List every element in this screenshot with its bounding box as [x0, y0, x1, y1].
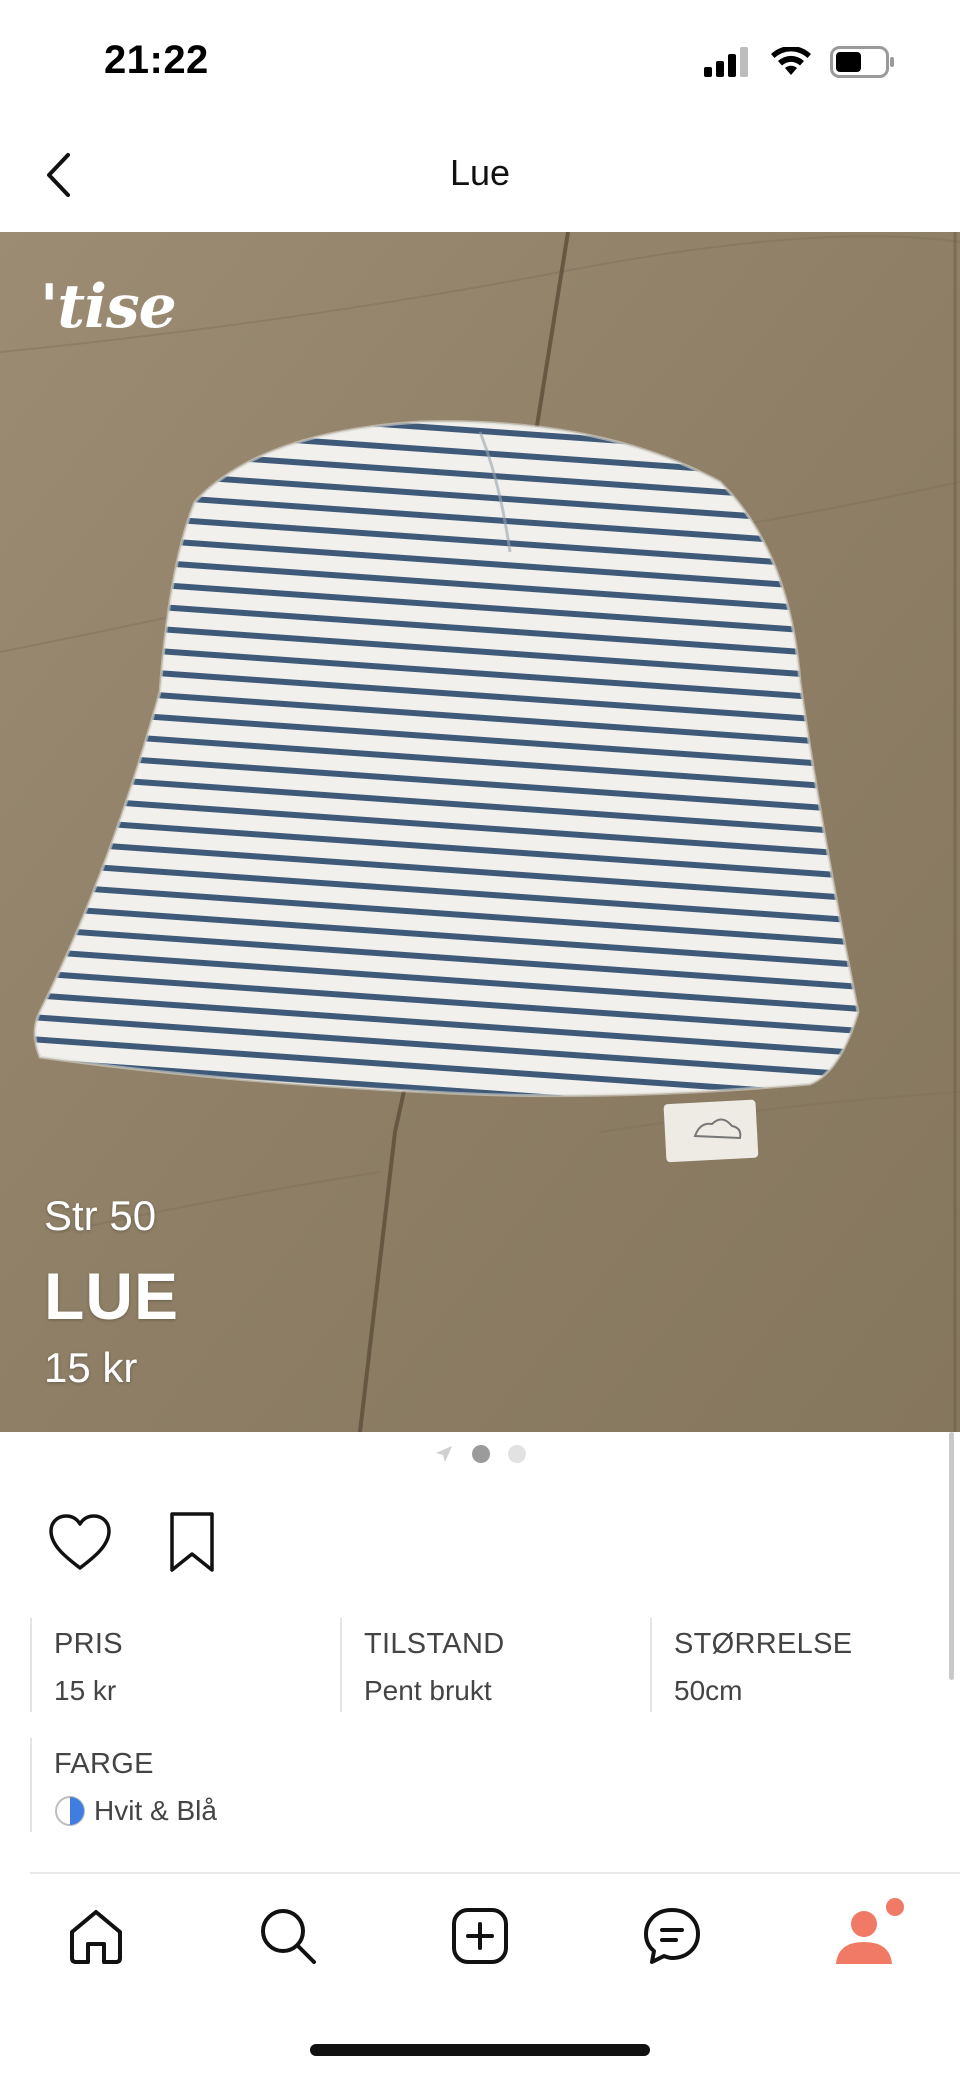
- tab-bar: [0, 1876, 960, 2016]
- product-photo-art: [0, 232, 960, 1432]
- signal-icon: [704, 47, 748, 77]
- heart-icon: [49, 1514, 111, 1570]
- details-row-1: PRIS 15 kr TILSTAND Pent brukt STØRRELSE…: [0, 1618, 960, 1712]
- search-icon: [261, 1909, 316, 1964]
- notification-dot: [886, 1898, 904, 1916]
- battery-icon: [830, 46, 894, 78]
- listing-size: Str 50: [44, 1192, 157, 1239]
- detail-price: PRIS 15 kr: [30, 1618, 340, 1712]
- listing-title: LUE: [44, 1259, 179, 1333]
- tise-watermark: 'tise: [40, 272, 177, 342]
- home-indicator[interactable]: [310, 2044, 650, 2056]
- profile-icon: [836, 1911, 892, 1964]
- detail-size-label: STØRRELSE: [674, 1628, 853, 1660]
- listing-price: 15 kr: [44, 1344, 138, 1391]
- status-icons: [704, 46, 896, 78]
- page-dot[interactable]: [508, 1445, 526, 1463]
- detail-color-label: FARGE: [54, 1748, 154, 1780]
- detail-color-value: Hvit & Blå: [94, 1795, 217, 1826]
- status-bar: 21:22: [0, 0, 960, 120]
- save-button[interactable]: [156, 1506, 228, 1578]
- listing-actions: [44, 1506, 228, 1578]
- location-arrow-icon: [436, 1446, 452, 1462]
- detail-color-value-wrap: Hvit & Blå: [54, 1795, 344, 1827]
- tab-home[interactable]: [44, 1876, 148, 1996]
- details-row-2: FARGE Hvit & Blå: [0, 1738, 960, 1832]
- tab-search[interactable]: [236, 1876, 340, 1996]
- nav-header: Lue: [0, 120, 960, 232]
- detail-condition-value: Pent brukt: [364, 1675, 492, 1706]
- chat-icon: [644, 1908, 700, 1964]
- plus-square-icon: [452, 1908, 508, 1964]
- detail-condition: TILSTAND Pent brukt: [340, 1618, 650, 1712]
- tab-messages[interactable]: [620, 1876, 724, 1996]
- page-title: Lue: [449, 152, 511, 193]
- bookmark-icon: [170, 1512, 214, 1572]
- detail-color: FARGE Hvit & Blå: [30, 1738, 344, 1832]
- tab-add[interactable]: [428, 1876, 532, 1996]
- home-icon: [70, 1910, 122, 1964]
- detail-price-value: 15 kr: [54, 1675, 117, 1706]
- tab-profile[interactable]: [812, 1876, 916, 1996]
- like-button[interactable]: [44, 1506, 116, 1578]
- color-swatch-icon: [55, 1796, 85, 1826]
- detail-price-label: PRIS: [54, 1628, 123, 1660]
- page-dot[interactable]: [472, 1445, 490, 1463]
- image-page-indicator[interactable]: [0, 1442, 960, 1466]
- detail-size: STØRRELSE 50cm: [650, 1618, 960, 1712]
- product-photo[interactable]: 'tise Str 50 LUE 15 kr: [0, 232, 960, 1432]
- wifi-icon: [771, 47, 811, 75]
- detail-condition-label: TILSTAND: [364, 1628, 505, 1660]
- detail-size-value: 50cm: [674, 1675, 743, 1706]
- divider: [30, 1872, 960, 1874]
- status-time: 21:22: [104, 38, 209, 82]
